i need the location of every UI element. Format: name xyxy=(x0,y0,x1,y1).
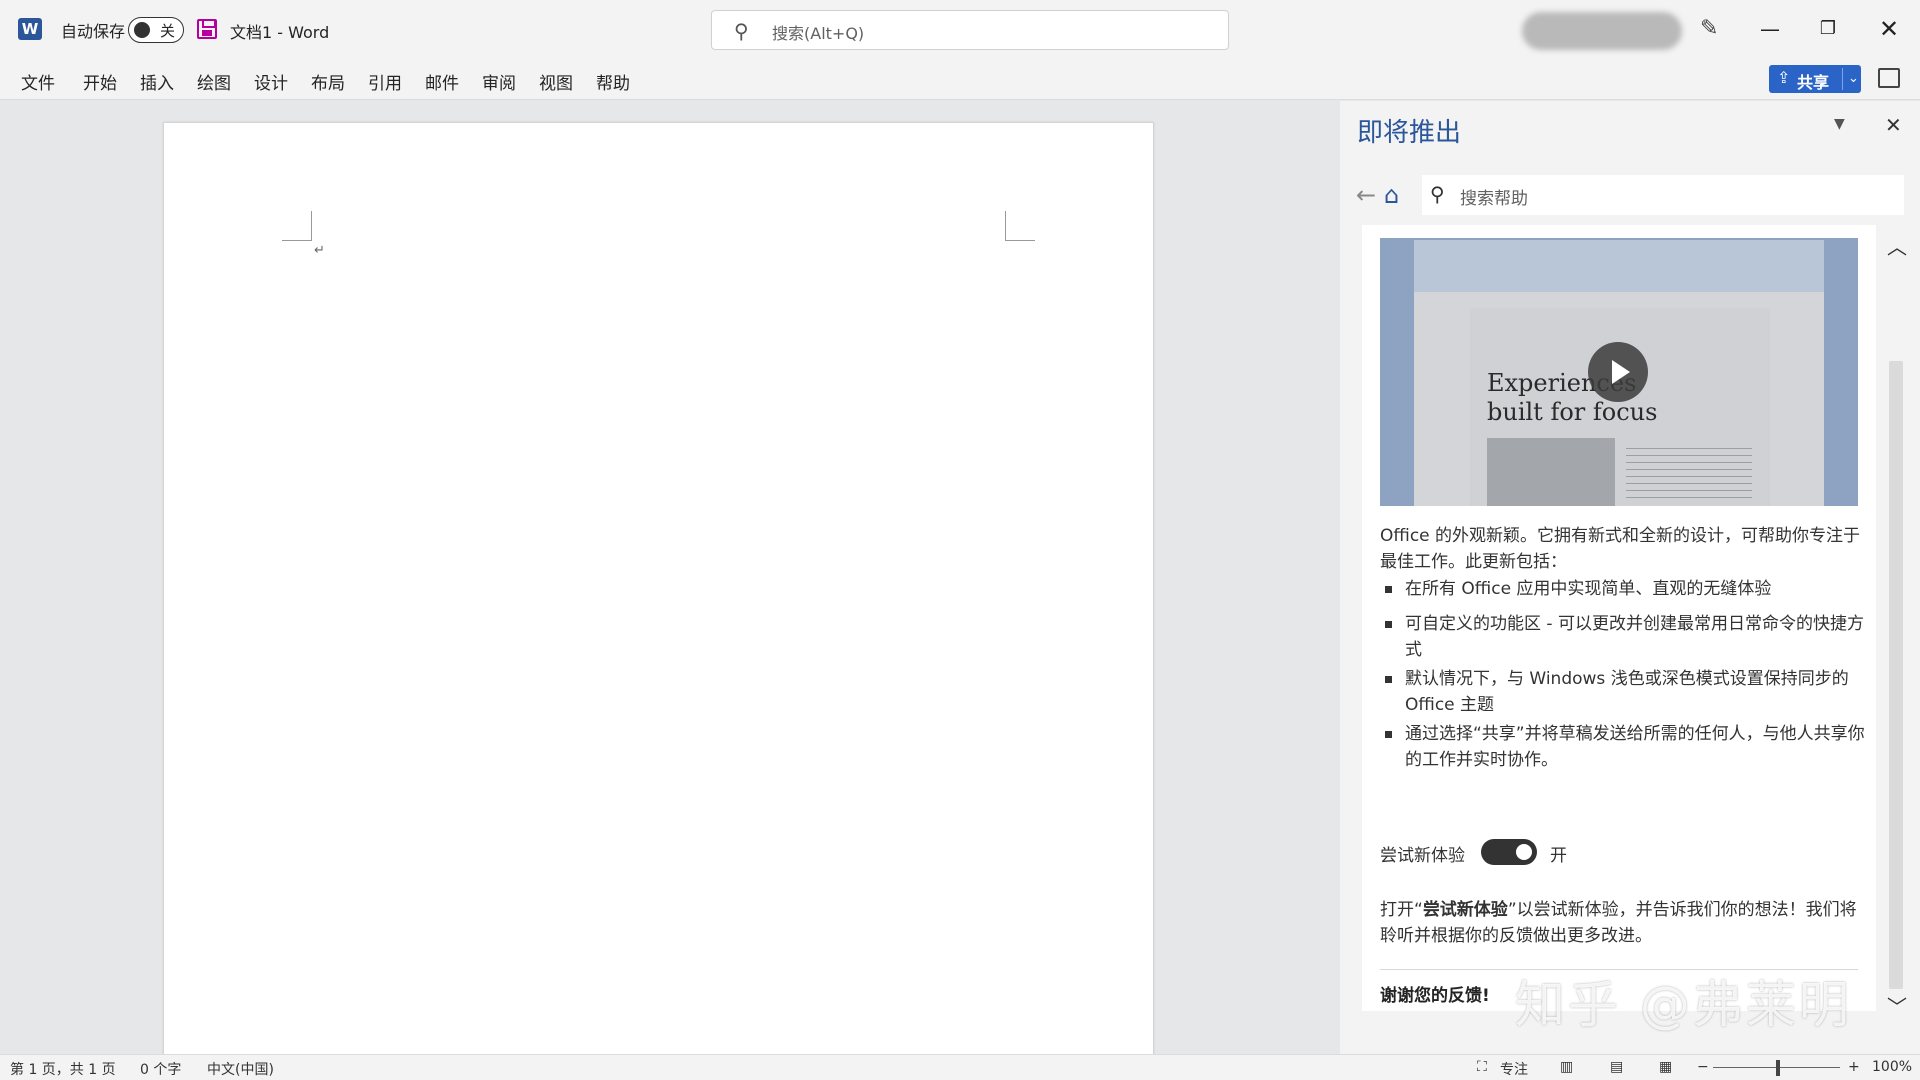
video-thumbnail[interactable]: Experiences built for focus xyxy=(1380,238,1858,506)
outro-bold: 尝试新体验 xyxy=(1422,900,1508,920)
web-layout-icon[interactable]: ▦ xyxy=(1659,1059,1672,1075)
home-icon[interactable]: ⌂ xyxy=(1384,181,1399,209)
menu-file[interactable]: 文件 xyxy=(21,69,55,94)
outro-text: 打开“尝试新体验”以尝试新体验，并告诉我们你的想法！我们将聆听并根据你的反馈做出… xyxy=(1380,897,1862,949)
focus-label[interactable]: 专注 xyxy=(1500,1059,1528,1079)
toggle-knob xyxy=(134,22,150,38)
watermark: 知乎 @弗莱明 xyxy=(1515,976,1852,1034)
paragraph-mark: ↵ xyxy=(314,243,325,258)
back-arrow-icon[interactable]: ← xyxy=(1356,181,1376,209)
menu-draw[interactable]: 绘图 xyxy=(197,69,231,94)
document-area: ↵ xyxy=(0,101,1340,1062)
bullet-icon xyxy=(1385,731,1392,738)
title-bar: W 自动保存 关 文档1 - Word ⚲ 搜索(Alt+Q) ✎ — ❐ ✕ xyxy=(0,0,1920,58)
search-placeholder: 搜索(Alt+Q) xyxy=(772,24,865,43)
coming-soon-pane: 即将推出 ▼ ✕ ← ⌂ ⚲ 搜索帮助 Experiences built fo… xyxy=(1340,101,1920,1054)
share-icon: ⇪ xyxy=(1777,68,1791,87)
print-layout-icon[interactable]: ▤ xyxy=(1610,1059,1623,1075)
menu-layout[interactable]: 布局 xyxy=(311,69,345,94)
document-title[interactable]: 文档1 - Word xyxy=(230,19,329,43)
comment-icon[interactable] xyxy=(1878,68,1900,88)
zoom-out-icon[interactable]: − xyxy=(1697,1059,1709,1075)
close-icon[interactable]: ✕ xyxy=(1885,113,1902,137)
scroll-down-icon[interactable]: ﹀ xyxy=(1887,991,1907,1020)
bullet-icon xyxy=(1385,586,1392,593)
menu-review[interactable]: 审阅 xyxy=(482,69,516,94)
chevron-down-icon[interactable]: ▼ xyxy=(1834,116,1845,132)
menu-insert[interactable]: 插入 xyxy=(140,69,174,94)
video-image xyxy=(1487,438,1615,506)
restore-icon[interactable]: ❐ xyxy=(1813,14,1843,44)
try-new-experience-toggle[interactable] xyxy=(1481,839,1537,865)
margin-corner-top-right xyxy=(1005,211,1035,241)
status-bar: 第 1 页，共 1 页 0 个字 中文(中国) ⛶ 专注 ▥ ▤ ▦ − + 1… xyxy=(0,1054,1920,1080)
chevron-down-icon[interactable]: ⌄ xyxy=(1842,68,1859,90)
autosave-label: 自动保存 xyxy=(61,22,126,41)
thanks-text: 谢谢您的反馈! xyxy=(1380,986,1490,1006)
try-new-experience-state: 开 xyxy=(1550,846,1567,866)
menu-home[interactable]: 开始 xyxy=(83,69,117,94)
outro-prefix: 打开“ xyxy=(1380,900,1423,920)
menu-references[interactable]: 引用 xyxy=(368,69,402,94)
read-mode-icon[interactable]: ▥ xyxy=(1560,1059,1573,1075)
video-headline-line2: built for focus xyxy=(1487,398,1658,426)
bullet-icon xyxy=(1385,621,1392,628)
help-search-placeholder: 搜索帮助 xyxy=(1460,189,1528,209)
account-avatar[interactable] xyxy=(1522,12,1682,50)
save-icon[interactable] xyxy=(197,19,217,39)
share-label: 共享 xyxy=(1797,73,1830,92)
word-logo-icon: W xyxy=(18,18,42,40)
menu-mailings[interactable]: 邮件 xyxy=(425,69,459,94)
menu-design[interactable]: 设计 xyxy=(254,69,288,94)
list-item-text: 默认情况下，与 Windows 浅色或深色模式设置保持同步的 Office 主题 xyxy=(1405,669,1849,715)
intro-text: Office 的外观新颖。它拥有新式和全新的设计，可帮助你专注于最佳工作。此更新… xyxy=(1380,526,1861,572)
zoom-slider-thumb[interactable] xyxy=(1776,1060,1780,1076)
try-new-experience-label: 尝试新体验 xyxy=(1380,846,1465,866)
close-icon[interactable]: ✕ xyxy=(1874,14,1904,44)
autosave-toggle[interactable]: 关 xyxy=(128,17,184,43)
search-icon: ⚲ xyxy=(1430,182,1445,206)
play-icon[interactable] xyxy=(1588,342,1648,402)
list-item-text: 通过选择“共享”并将草稿发送给所需的任何人，与他人共享你的工作并实时协作。 xyxy=(1405,724,1865,770)
focus-icon[interactable]: ⛶ xyxy=(1477,1059,1487,1075)
menu-help[interactable]: 帮助 xyxy=(596,69,630,94)
video-text-lines xyxy=(1626,448,1752,498)
margin-corner-top-left xyxy=(282,211,312,241)
pane-title: 即将推出 xyxy=(1357,118,1462,148)
search-icon: ⚲ xyxy=(734,19,749,43)
pane-content: Experiences built for focus Office 的外观新颖… xyxy=(1362,225,1876,1011)
document-page[interactable]: ↵ xyxy=(163,122,1154,1062)
word-count[interactable]: 0 个字 xyxy=(140,1059,181,1079)
list-item-text: 可自定义的功能区 - 可以更改并创建最常用日常命令的快捷方式 xyxy=(1405,614,1864,660)
scroll-up-icon[interactable]: ︿ xyxy=(1887,231,1907,260)
pen-icon[interactable]: ✎ xyxy=(1700,16,1718,41)
share-button[interactable]: ⇪ 共享 ⌄ xyxy=(1769,65,1861,93)
menu-bar: 文件 开始 插入 绘图 设计 布局 引用 邮件 审阅 视图 帮助 ⇪ 共享 ⌄ xyxy=(0,58,1920,100)
zoom-in-icon[interactable]: + xyxy=(1848,1059,1860,1075)
minimize-icon[interactable]: — xyxy=(1755,14,1785,44)
menu-view[interactable]: 视图 xyxy=(539,69,573,94)
autosave-state: 关 xyxy=(160,22,176,40)
video-ribbon xyxy=(1414,240,1824,292)
zoom-level[interactable]: 100% xyxy=(1872,1059,1912,1075)
scrollbar-thumb[interactable] xyxy=(1889,361,1903,989)
search-box[interactable]: ⚲ 搜索(Alt+Q) xyxy=(711,10,1229,50)
language[interactable]: 中文(中国) xyxy=(207,1059,274,1079)
page-info[interactable]: 第 1 页，共 1 页 xyxy=(10,1059,116,1079)
help-search-input[interactable]: ⚲ 搜索帮助 xyxy=(1422,175,1904,215)
bullet-icon xyxy=(1385,676,1392,683)
toggle-knob xyxy=(1516,844,1532,860)
list-item-text: 在所有 Office 应用中实现简单、直观的无缝体验 xyxy=(1405,579,1772,599)
